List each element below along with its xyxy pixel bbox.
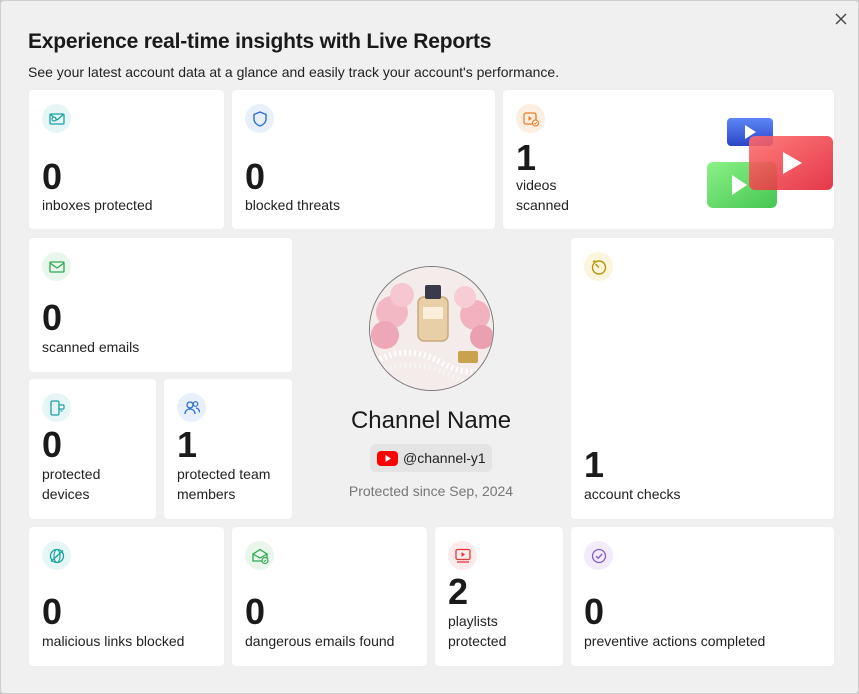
playlists-label-line2: protected xyxy=(448,633,507,649)
mail-check-icon xyxy=(245,541,274,570)
channel-avatar xyxy=(369,266,494,391)
youtube-icon xyxy=(377,450,398,466)
playlist-icon xyxy=(448,541,477,570)
stat-card-emails: 0 scanned emails xyxy=(29,238,292,372)
videos-label-line1: videos xyxy=(516,177,557,193)
devices-value: 0 xyxy=(42,424,63,465)
dialog-title: Experience real-time insights with Live … xyxy=(28,30,492,53)
threats-label: blocked threats xyxy=(245,197,340,213)
devices-icon xyxy=(42,393,71,422)
stat-card-preventive: 0 preventive actions completed xyxy=(571,527,834,666)
videos-value: 1 xyxy=(516,137,537,178)
team-icon xyxy=(177,393,206,422)
checks-label: account checks xyxy=(584,486,681,502)
stat-card-threats: 0 blocked threats xyxy=(232,90,495,229)
checks-value: 1 xyxy=(584,444,605,485)
video-check-icon xyxy=(516,104,545,133)
live-reports-dialog: Experience real-time insights with Live … xyxy=(0,0,859,694)
dangerous-label: dangerous emails found xyxy=(245,633,395,649)
stat-card-inboxes: 0 inboxes protected xyxy=(29,90,224,229)
preventive-label: preventive actions completed xyxy=(584,633,766,649)
team-value: 1 xyxy=(177,424,198,465)
shield-icon xyxy=(245,104,274,133)
video-players-illustration xyxy=(707,118,833,208)
links-value: 0 xyxy=(42,591,63,632)
playlists-label-line1: playlists xyxy=(448,613,498,629)
team-label-line2: members xyxy=(177,486,236,502)
stat-card-team: 1 protected team members xyxy=(164,379,292,519)
stat-card-playlists: 2 playlists protected xyxy=(435,527,563,666)
close-button[interactable] xyxy=(832,10,850,28)
preventive-value: 0 xyxy=(584,591,605,632)
protected-since: Protected since Sep, 2024 xyxy=(348,483,514,499)
inboxes-label: inboxes protected xyxy=(42,197,153,213)
channel-profile: Channel Name @channel-y1 Protected since… xyxy=(299,237,563,519)
links-label: malicious links blocked xyxy=(42,633,185,649)
close-icon xyxy=(835,13,847,25)
channel-handle-badge: @channel-y1 xyxy=(370,444,492,472)
stat-card-videos: 1 videos scanned xyxy=(503,90,834,229)
check-circle-icon xyxy=(584,541,613,570)
emails-label: scanned emails xyxy=(42,339,140,355)
inbox-shield-icon xyxy=(42,104,71,133)
blocked-link-icon xyxy=(42,541,71,570)
emails-value: 0 xyxy=(42,297,63,338)
stat-card-checks: 1 account checks xyxy=(571,238,834,519)
threats-value: 0 xyxy=(245,156,266,197)
devices-label-line2: devices xyxy=(42,486,90,502)
dangerous-value: 0 xyxy=(245,591,266,632)
playlists-value: 2 xyxy=(448,571,469,612)
channel-handle: @channel-y1 xyxy=(403,450,486,466)
stat-card-devices: 0 protected devices xyxy=(29,379,156,519)
stat-card-links: 0 malicious links blocked xyxy=(29,527,224,666)
stat-card-dangerous: 0 dangerous emails found xyxy=(232,527,427,666)
channel-name: Channel Name xyxy=(350,407,512,434)
dialog-subtitle: See your latest account data at a glance… xyxy=(28,64,560,80)
timer-icon xyxy=(584,252,613,281)
devices-label-line1: protected xyxy=(42,466,101,482)
team-label-line1: protected team xyxy=(177,466,271,482)
envelope-icon xyxy=(42,252,71,281)
inboxes-value: 0 xyxy=(42,156,63,197)
videos-label-line2: scanned xyxy=(516,197,569,213)
